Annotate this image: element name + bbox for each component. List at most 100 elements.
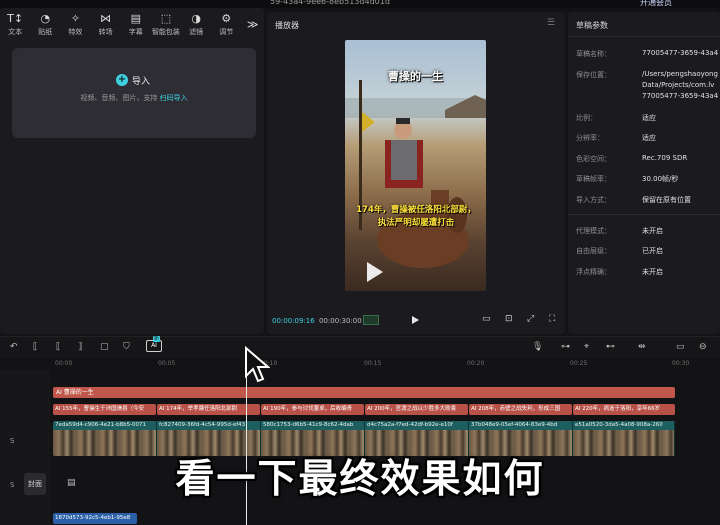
video-preview[interactable]: 曹操的一生 174年，曹操被任洛阳北部尉，执法严明却屡遭打击 [345,40,486,291]
ai-feature-button[interactable]: AI 新 [146,336,162,352]
vip-button[interactable]: 开通会员 [640,0,672,8]
title-text-clip[interactable]: AI 曹操的一生 [53,387,675,398]
fullscreen-icon[interactable]: ⛶ [549,314,555,324]
properties-panel: 草稿参数 草稿名称： 77005477-3659-43a4 保存位置： /Users… [568,12,720,334]
tool-transition[interactable]: ⋈ 转场 [91,8,121,42]
mouse-cursor-icon [245,346,270,383]
new-tag: 新 [153,336,161,342]
prop-value: Data/Projects/com.lv [642,81,715,89]
prop-label: 导入方式： [576,196,611,204]
transition-icon: ⋈ [100,12,112,25]
tool-smart-package[interactable]: ⬚ 智能包装 [151,8,181,42]
subtitle-clip[interactable]: AI 220年，病逝于洛阳，享年66岁 [573,404,675,415]
prop-value: 30.00帧/秒 [642,175,679,183]
sticker-icon: ◔ [40,12,51,25]
subtitle-icon: ▤ [130,12,141,25]
plus-icon: + [116,74,128,86]
current-time: 00:00:09:16 [272,317,315,325]
split-right-icon[interactable]: ⟧ [78,342,82,352]
divider [568,214,720,215]
preview-axis-icon[interactable]: ⊷ [606,342,615,352]
tool-text[interactable]: T↕ 文本 [0,8,30,42]
prop-value: /Users/pengshaoyong [642,70,718,78]
ruler-tick: 00:05 [158,360,176,367]
zoom-fit-icon[interactable]: ⇹ [638,342,646,352]
ruler-tick: 00:20 [467,360,485,367]
more-tools-button[interactable]: ≫ [241,8,264,42]
timeline-ruler[interactable]: 00:00 00:05 00:10 00:15 00:20 00:25 00:3… [0,358,720,370]
media-toolbar: T↕ 文本 ◔ 贴纸 ✧ 特效 ⋈ 转场 ▤ 字幕 ⬚ 智能包装 ◑ 滤镜 ⚙ 调节 ≫ [0,8,264,42]
scan-import-link[interactable]: 扫码导入 [160,94,188,102]
prop-value: 77005477-3659-43a4 [642,49,719,57]
tool-subtitle[interactable]: ▤ 字幕 [121,8,151,42]
prop-value: Rec.709 SDR [642,154,688,162]
undo-icon[interactable]: ↶ [10,342,18,352]
prop-value: 77005477-3659-43a4 [642,92,719,100]
ruler-tick: 00:15 [364,360,382,367]
total-time: 00:00:30:00 [319,317,362,325]
prop-value: 未开启 [642,227,663,235]
tool-sticker[interactable]: ◔ 贴纸 [30,8,60,42]
top-strip: 59-43a4-9ee6-8eb513d4d01d 开通会员 [0,0,720,8]
subtitle-clip[interactable]: AI 155年，曹操生于沛国谯县（今安 [53,404,156,415]
text-icon: T↕ [7,12,24,25]
prop-value: 适应 [642,134,656,142]
link-icon[interactable]: ⊶ [561,342,570,352]
play-button[interactable] [412,316,419,324]
shield-icon[interactable]: ⛉ [123,342,130,352]
prop-label: 浮点精确： [576,268,611,276]
smart-package-icon: ⬚ [160,12,172,25]
ruler-tick: 00:25 [570,360,588,367]
ruler-tick: 00:00 [55,360,73,367]
snap-icon[interactable]: ⌖ [584,342,589,352]
player-panel: 播放器 ☰ 曹操的一生 174年，曹操被任洛阳北部尉，执法严明却屡遭打击 00:… [267,12,565,334]
microphone-icon[interactable]: 🎙 [532,342,543,352]
play-overlay-icon[interactable] [367,262,383,282]
comment-icon[interactable]: ▭ [676,342,685,352]
video-title: 曹操的一生 [388,70,443,83]
import-dropzone[interactable]: + 导入 视频、音频、图片，支持 扫码导入 [12,48,256,138]
prop-label: 草稿名称： [576,50,611,58]
settings-icon[interactable]: ⊖ [699,342,707,352]
subtitle-clip[interactable]: AI 208年，赤壁之战失利，形成三国 [469,404,572,415]
effects-icon: ✧ [70,12,81,25]
media-panel: T↕ 文本 ◔ 贴纸 ✧ 特效 ⋈ 转场 ▤ 字幕 ⬚ 智能包装 ◑ 滤镜 ⚙ 调节 ≫ + 导… [0,8,264,334]
prop-label: 草稿帧率： [576,175,611,183]
subtitle-clip[interactable]: AI 174年，举孝廉任洛阳北部尉 [157,404,260,415]
adjust-icon: ⚙ [221,12,232,25]
overlay-caption: 看一下最终效果如何 [175,457,545,502]
player-title: 播放器 [275,21,299,30]
project-id: 59-43a4-9ee6-8eb513d4d01d [270,0,390,6]
prop-label: 分辨率： [576,134,604,142]
prop-value: 已开启 [642,247,663,255]
prop-label: 保存位置： [576,71,611,79]
video-subtitle: 174年，曹操被任洛阳北部尉，执法严明却屡遭打击 [356,205,476,228]
crop-icon[interactable]: ⊡ [505,314,513,324]
split-icon[interactable]: ⟦ [33,342,37,352]
prop-value: 未开启 [642,268,663,276]
zoom-icon[interactable]: ⤢ [527,314,534,324]
prop-value: 适应 [642,114,656,122]
double-chevron-right-icon: ≫ [246,18,259,31]
prop-value: 保留在原有位置 [642,196,691,204]
properties-title: 草稿参数 [576,21,608,30]
menu-icon[interactable]: ☰ [547,18,555,28]
aspect-ratio-icon[interactable]: ▭ [482,314,491,324]
subtitle-clip[interactable]: AI 190年，参与讨伐董卓，后收编青 [261,404,364,415]
tool-filter[interactable]: ◑ 滤镜 [181,8,211,42]
subtitle-clip[interactable]: AI 200年，官渡之战以少胜多大败袁 [365,404,468,415]
filter-icon: ◑ [191,12,201,25]
prop-label: 代理模式： [576,227,611,235]
timeline-toolbar: ↶ ⟦ ⟦ ⟧ ▢ ⛉ 🎙 ⊶ ⌖ ⊷ ⇹ ▭ ⊖ [0,336,720,358]
split-left-icon[interactable]: ⟦ [56,342,60,352]
import-title: 导入 [132,77,151,87]
video-editor-app: 59-43a4-9ee6-8eb513d4d01d 开通会员 T↕ 文本 ◔ 贴纸 … [0,0,720,525]
tool-effects[interactable]: ✧ 特效 [60,8,90,42]
waveform-icon[interactable] [363,315,379,325]
prop-label: 自由层级： [576,247,611,255]
tool-adjust[interactable]: ⚙ 调节 [211,8,241,42]
audio-clip[interactable]: 1870d573-92c5-4eb1-95e8 [53,513,137,524]
delete-icon[interactable]: ▢ [100,342,109,352]
prop-label: 比例： [576,114,597,122]
ruler-tick: 00:30 [672,360,690,367]
